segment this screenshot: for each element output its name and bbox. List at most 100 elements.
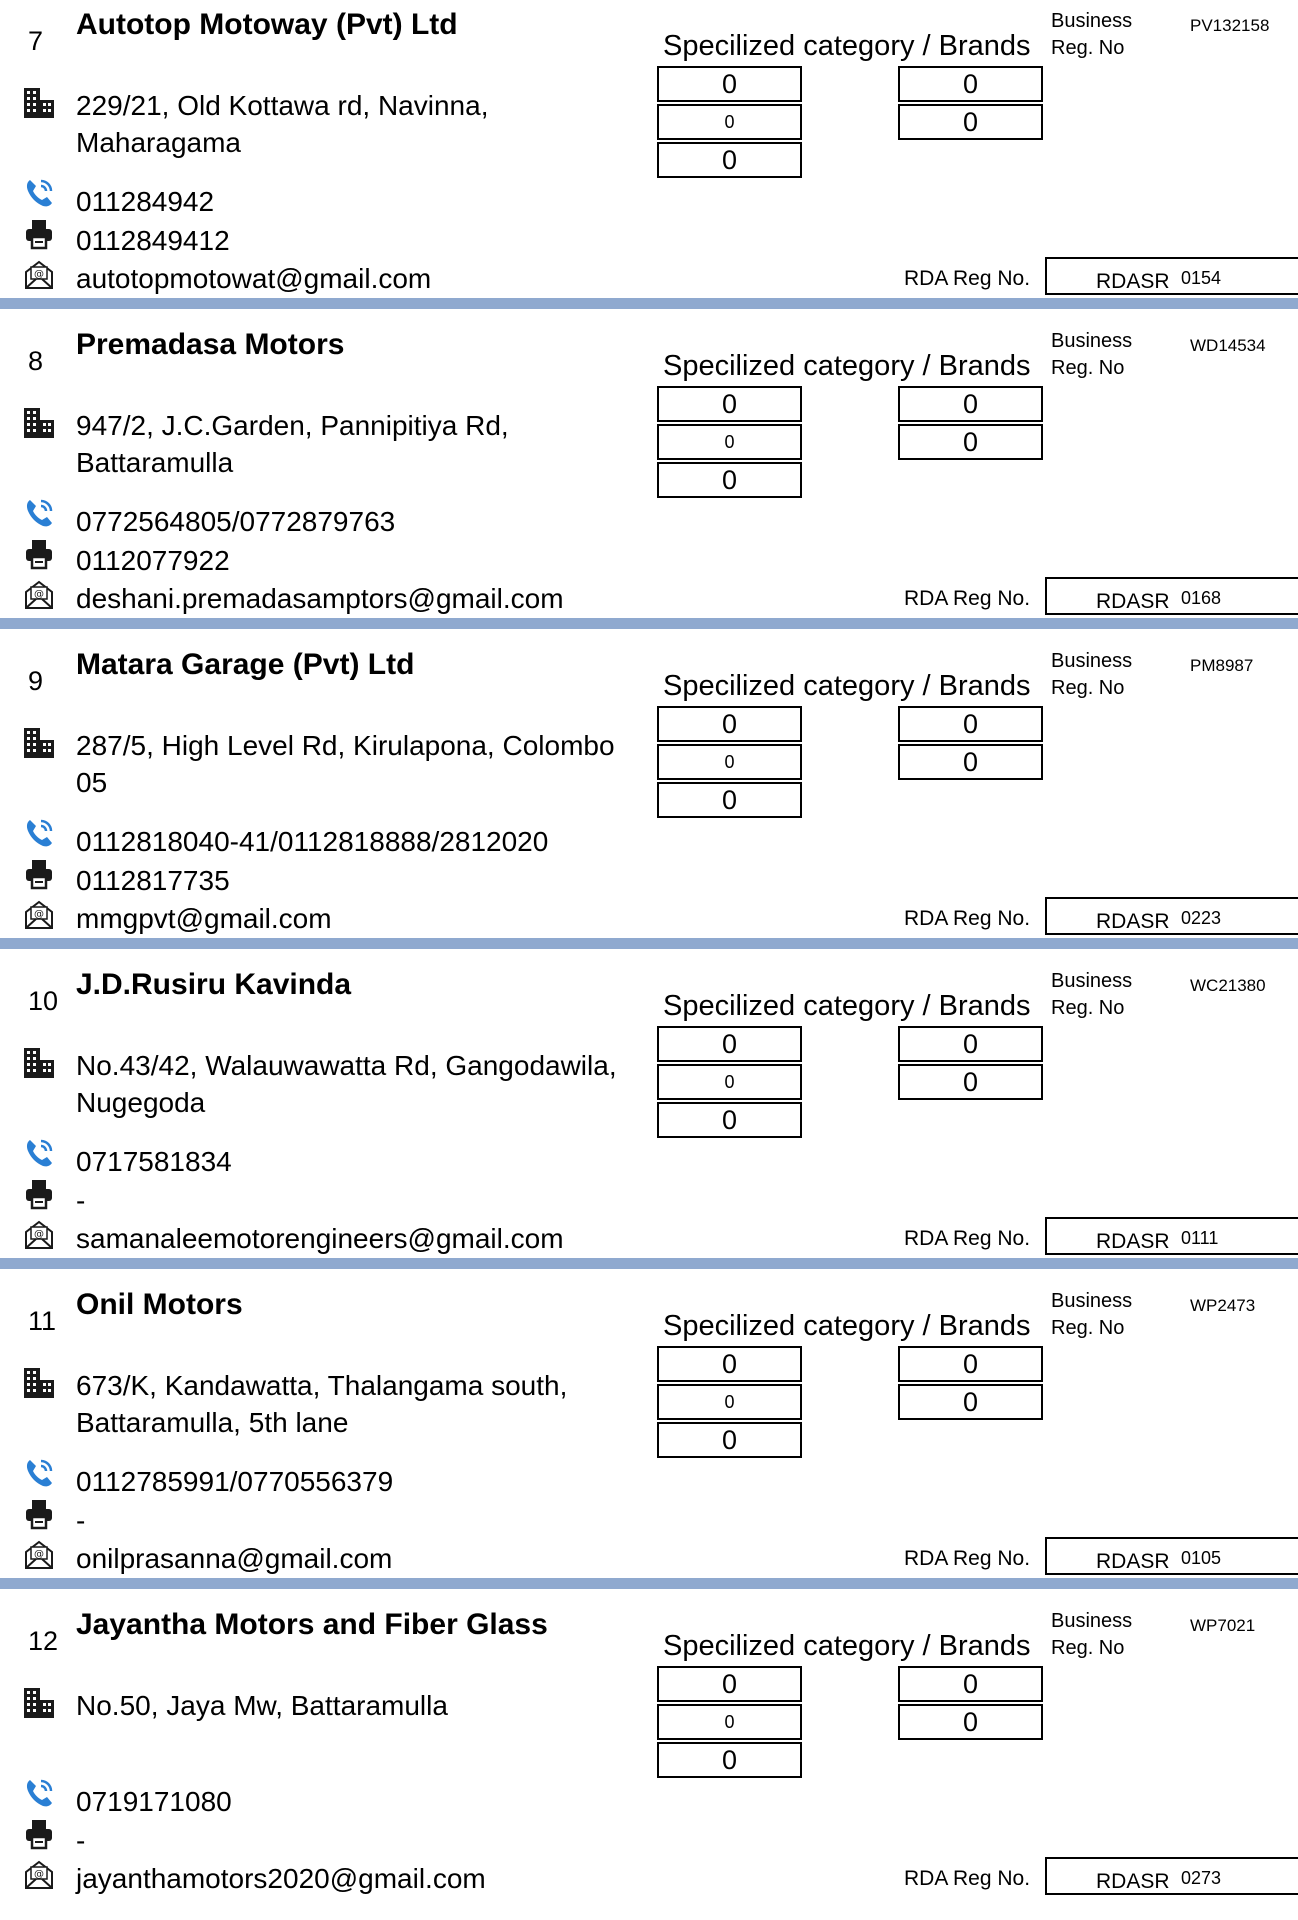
email-address: deshani.premadasamptors@gmail.com bbox=[76, 583, 564, 614]
phone-icon bbox=[26, 499, 53, 527]
fax-icon bbox=[26, 860, 52, 890]
rda-reg-box bbox=[1045, 1537, 1298, 1575]
business-reg-number: WP2473 bbox=[1190, 1296, 1256, 1315]
business-label: Business bbox=[1051, 650, 1133, 672]
category-box-2: 0 bbox=[657, 744, 802, 780]
brand-box-2: 0 bbox=[898, 1704, 1043, 1740]
email-icon: @ bbox=[25, 1540, 53, 1569]
svg-text:@: @ bbox=[34, 1869, 44, 1880]
category-box-3: 0 bbox=[657, 782, 802, 818]
rda-reg-label: RDA Reg No. bbox=[904, 907, 1031, 930]
phone-icon bbox=[26, 819, 53, 847]
directory-entry: 10 J.D.Rusiru Kavinda Specilized categor… bbox=[0, 960, 1298, 1280]
company-name: Onil Motors bbox=[76, 1288, 243, 1321]
category-box-3: 0 bbox=[657, 1742, 802, 1778]
directory-entry: 11 Onil Motors Specilized category / Bra… bbox=[0, 1280, 1298, 1600]
address: 287/5, High Level Rd, Kirulapona, Colomb… bbox=[76, 730, 615, 798]
rda-reg-label: RDA Reg No. bbox=[904, 1227, 1031, 1250]
business-label: Business bbox=[1051, 970, 1133, 992]
business-reg-number: PV132158 bbox=[1190, 16, 1270, 35]
rda-reg-box bbox=[1045, 1857, 1298, 1895]
company-name: Autotop Motoway (Pvt) Ltd bbox=[76, 8, 458, 41]
fax-number: - bbox=[76, 1825, 86, 1856]
rda-reg-label: RDA Reg No. bbox=[904, 1867, 1031, 1890]
fax-icon bbox=[26, 1500, 52, 1530]
category-box-3: 0 bbox=[657, 1102, 802, 1138]
brand-box-2: 0 bbox=[898, 424, 1043, 460]
category-box-2: 0 bbox=[657, 1704, 802, 1740]
building-icon bbox=[24, 408, 54, 438]
specialized-category-label: Specilized category / Brands bbox=[663, 350, 1031, 382]
building-icon bbox=[24, 1688, 54, 1718]
brand-box-2: 0 bbox=[898, 744, 1043, 780]
building-icon bbox=[24, 88, 54, 118]
reg-no-label: Reg. No bbox=[1051, 1637, 1125, 1659]
company-name: Premadasa Motors bbox=[76, 328, 345, 361]
rdasr-prefix: RDASR bbox=[1096, 590, 1170, 613]
address: No.50, Jaya Mw, Battaramulla bbox=[76, 1690, 448, 1721]
separator-bar bbox=[0, 618, 1298, 629]
rdasr-prefix: RDASR bbox=[1096, 1550, 1170, 1573]
rda-reg-box bbox=[1045, 577, 1298, 615]
phone-icon bbox=[26, 1779, 53, 1807]
directory-entry: 8 Premadasa Motors Specilized category /… bbox=[0, 320, 1298, 640]
business-label: Business bbox=[1051, 1610, 1133, 1632]
business-reg-number: PM8987 bbox=[1190, 656, 1254, 675]
phone-icon bbox=[26, 1139, 53, 1167]
rda-reg-number: 0105 bbox=[1181, 1548, 1222, 1568]
category-box-1: 0 bbox=[657, 706, 802, 742]
business-reg-label: Business Reg. No bbox=[1051, 328, 1132, 382]
reg-no-label: Reg. No bbox=[1051, 1317, 1125, 1339]
category-box-3: 0 bbox=[657, 462, 802, 498]
reg-no-label: Reg. No bbox=[1051, 677, 1125, 699]
brand-box-2: 0 bbox=[898, 104, 1043, 140]
category-box-2: 0 bbox=[657, 424, 802, 460]
specialized-category-label: Specilized category / Brands bbox=[663, 1310, 1031, 1342]
specialized-category-label: Specilized category / Brands bbox=[663, 1630, 1031, 1662]
email-address: autotopmotowat@gmail.com bbox=[76, 263, 432, 294]
entry-number: 7 bbox=[28, 26, 44, 56]
phone-number: 0717581834 bbox=[76, 1146, 232, 1177]
business-reg-label: Business Reg. No bbox=[1051, 968, 1132, 1022]
fax-number: - bbox=[76, 1185, 86, 1216]
email-icon: @ bbox=[25, 1220, 53, 1249]
phone-number: 0112785991/0770556379 bbox=[76, 1466, 394, 1497]
specialized-category-label: Specilized category / Brands bbox=[663, 990, 1031, 1022]
address: 947/2, J.C.Garden, Pannipitiya Rd, Batta… bbox=[76, 410, 509, 478]
brand-box-2: 0 bbox=[898, 1064, 1043, 1100]
svg-text:@: @ bbox=[34, 1549, 44, 1560]
rda-reg-number: 0223 bbox=[1181, 908, 1222, 928]
brand-box-1: 0 bbox=[898, 1666, 1043, 1702]
rdasr-prefix: RDASR bbox=[1096, 910, 1170, 933]
fax-number: 0112849412 bbox=[76, 225, 230, 256]
separator-bar bbox=[0, 298, 1298, 309]
reg-no-label: Reg. No bbox=[1051, 997, 1125, 1019]
fax-number: - bbox=[76, 1505, 86, 1536]
rdasr-prefix: RDASR bbox=[1096, 1230, 1170, 1253]
separator-bar bbox=[0, 938, 1298, 949]
separator-bar bbox=[0, 1578, 1298, 1589]
category-box-2: 0 bbox=[657, 1384, 802, 1420]
email-address: jayanthamotors2020@gmail.com bbox=[76, 1863, 486, 1894]
svg-text:@: @ bbox=[34, 589, 44, 600]
rda-reg-number: 0168 bbox=[1181, 588, 1222, 608]
category-box-2: 0 bbox=[657, 1064, 802, 1100]
phone-icon bbox=[26, 1459, 53, 1487]
business-reg-label: Business Reg. No bbox=[1051, 1608, 1132, 1662]
fax-icon bbox=[26, 220, 52, 250]
directory-entry: 9 Matara Garage (Pvt) Ltd Specilized cat… bbox=[0, 640, 1298, 960]
fax-number: 0112817735 bbox=[76, 865, 230, 896]
entry-number: 11 bbox=[28, 1306, 57, 1336]
brand-box-1: 0 bbox=[898, 706, 1043, 742]
fax-number: 0112077922 bbox=[76, 545, 230, 576]
business-label: Business bbox=[1051, 1290, 1133, 1312]
building-icon bbox=[24, 1368, 54, 1398]
category-box-1: 0 bbox=[657, 1666, 802, 1702]
rdasr-prefix: RDASR bbox=[1096, 1870, 1170, 1893]
rda-reg-number: 0111 bbox=[1181, 1228, 1219, 1248]
business-reg-label: Business Reg. No bbox=[1051, 648, 1132, 702]
address: No.43/42, Walauwawatta Rd, Gangodawila, … bbox=[76, 1050, 617, 1118]
company-name: J.D.Rusiru Kavinda bbox=[76, 968, 352, 1001]
category-box-1: 0 bbox=[657, 66, 802, 102]
company-name: Matara Garage (Pvt) Ltd bbox=[76, 648, 415, 681]
